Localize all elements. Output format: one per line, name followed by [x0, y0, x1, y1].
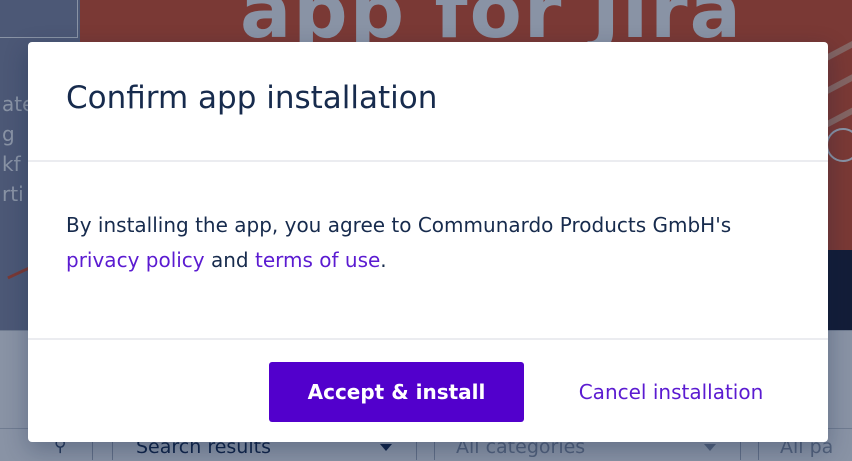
cancel-installation-button[interactable]: Cancel installation: [540, 362, 802, 422]
confirm-install-dialog: Confirm app installation By installing t…: [28, 42, 828, 442]
dialog-message: By installing the app, you agree to Comm…: [66, 208, 766, 278]
dialog-title: Confirm app installation: [66, 80, 438, 116]
message-text-before: By installing the app, you agree to Comm…: [66, 213, 732, 237]
dialog-body: By installing the app, you agree to Comm…: [28, 164, 828, 340]
message-text-after: .: [380, 248, 387, 272]
message-text-middle: and: [204, 248, 255, 272]
accept-install-button[interactable]: Accept & install: [269, 362, 524, 422]
dialog-footer: Accept & install Cancel installation: [28, 338, 828, 442]
privacy-policy-link[interactable]: privacy policy: [66, 248, 205, 272]
terms-of-use-link[interactable]: terms of use: [255, 248, 380, 272]
dialog-header: Confirm app installation: [28, 42, 828, 162]
